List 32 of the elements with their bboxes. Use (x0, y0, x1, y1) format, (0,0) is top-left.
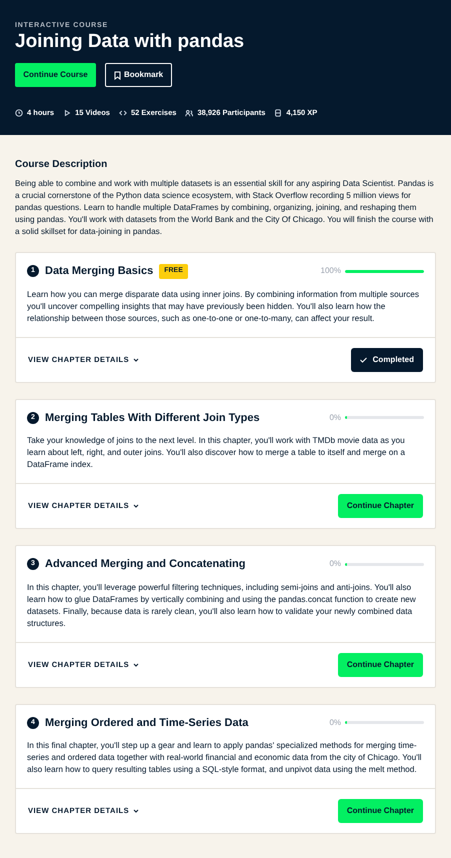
chapter-description: Take your knowledge of joins to the next level. In this chapter, you'll work with TMDb movie data as you learn about left, right, and outer joins. You'll also discover how to merge a table to itself and merge on a DataFrame index. (27, 434, 406, 470)
course-title: Joining Data with pandas (15, 30, 246, 54)
chapter-description: In this final chapter, you'll step up a gear and learn to apply pandas' specialized methods for merging time-series and ordered data together with real-world financial and economic data from the city of Chicago. You'll also learn how to query resulting tables using a SQL-style format, and unpivot data using the melt method. (27, 739, 423, 775)
chapter-title: Advanced Merging and Concatenating (45, 557, 246, 572)
continue-course-button[interactable]: Continue Course (15, 63, 96, 87)
completed-button[interactable]: Completed (350, 348, 423, 372)
code-icon (118, 108, 127, 117)
continue-chapter-button[interactable]: Continue Chapter (338, 799, 423, 823)
continue-chapter-button[interactable]: Continue Chapter (338, 494, 423, 518)
course-description: Being able to combine and work with multiple datasets is an essential skill for any aspiring Data Scientist. Pandas is a crucial cornerstone of the Python data science ecosystem, with Stack Overflow recording 5 million views for pandas questions. Learn to handle multiple DataFrames by combining, organizing, joining, and reshaping them using pandas. You'll work with datasets from the World Bank and the City Of Chicago. You will finish the course with a solid skillset for data-joining in pandas. (15, 178, 435, 238)
chapter-description: Learn how you can merge disparate data using inner joins. By combining information from multiple sources you'll uncover compelling insights that may have previously been hidden. You'll also learn how the relationship between those sources, such as one-to-one or one-to-many, can affect your result. (27, 288, 420, 324)
bookmark-button[interactable]: Bookmark (105, 63, 172, 87)
chapter-description: In this chapter, you'll leverage powerful filtering techniques, including semi-joins and anti-joins. You'll also learn how to glue DataFrames by vertically combining and using the pandas.concat function to create new datasets. Finally, because data is rarely clean, you'll also learn how to validate your newly combined data structures. (27, 580, 417, 628)
people-icon (185, 108, 194, 117)
chevron-down-icon (133, 504, 140, 508)
continue-chapter-button[interactable]: Continue Chapter (338, 652, 423, 676)
progress-percent: 0% (329, 412, 341, 424)
chapter-title: Merging Tables With Different Join Types (45, 410, 260, 426)
database-icon (274, 108, 282, 117)
clock-icon (15, 108, 23, 117)
progress-percent: 0% (329, 558, 341, 570)
progress-percent: 100% (320, 265, 341, 278)
progress-percent: 0% (329, 716, 341, 729)
chapter-title: Merging Ordered and Time-Series Data (45, 716, 248, 730)
bookmark-icon (114, 70, 121, 80)
chevron-down-icon (133, 809, 140, 813)
chevron-down-icon (133, 662, 140, 666)
check-icon (360, 356, 367, 362)
chapter-title: Data Merging Basics (45, 264, 154, 279)
play-icon (63, 108, 72, 117)
description-heading: Course Description (15, 158, 108, 172)
chevron-down-icon (133, 358, 140, 362)
